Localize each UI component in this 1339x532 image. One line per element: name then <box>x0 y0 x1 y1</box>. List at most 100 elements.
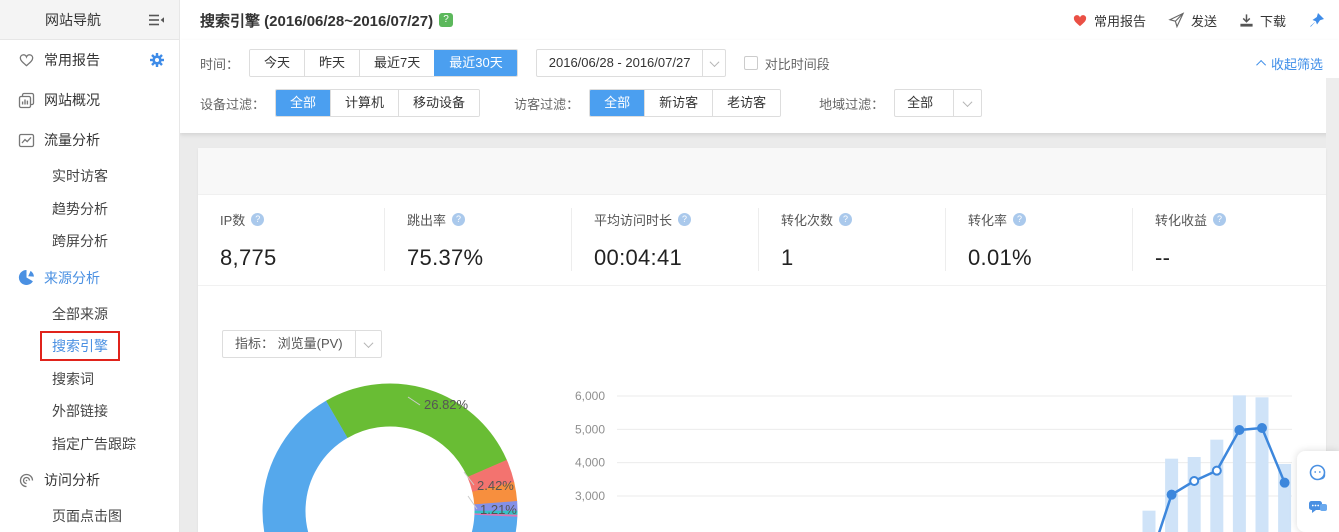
y-axis-tick: 3,000 <box>575 489 605 503</box>
compare-checkbox[interactable] <box>744 56 758 70</box>
y-axis-tick: 4,000 <box>575 456 605 470</box>
help-icon[interactable]: ? <box>678 213 691 226</box>
metric-label: 平均访问时长 <box>594 210 672 229</box>
collapse-filters-link[interactable]: 收起筛选 <box>1259 54 1323 73</box>
sidebar-collapse-icon[interactable] <box>147 13 165 27</box>
metric-conversion-rate: 转化率? 0.01% <box>946 208 1133 271</box>
sidebar-item-site-overview[interactable]: 网站概况 <box>0 80 179 120</box>
pv-bar[interactable] <box>1143 511 1156 532</box>
line-dot[interactable] <box>1190 477 1198 485</box>
heart-icon <box>1072 13 1088 28</box>
line-dot[interactable] <box>1235 426 1243 434</box>
rings-icon <box>17 471 35 489</box>
customer-service-button[interactable] <box>1308 463 1328 483</box>
help-icon[interactable]: ? <box>1213 213 1226 226</box>
device-option-all[interactable]: 全部 <box>276 90 330 116</box>
download-button[interactable]: 下载 <box>1239 11 1286 30</box>
chevron-down-icon <box>963 97 973 107</box>
date-range-arrow[interactable] <box>702 50 724 76</box>
metric-selector-label: 指标： <box>235 336 274 351</box>
compare-period-option[interactable]: 对比时间段 <box>744 54 830 73</box>
line-dot[interactable] <box>1213 467 1221 475</box>
sidebar-item-traffic-analysis[interactable]: 流量分析 <box>0 120 179 160</box>
time-option-today[interactable]: 今天 <box>250 50 304 76</box>
sidebar-item-label: 跨屏分析 <box>52 231 108 251</box>
help-icon[interactable]: ? <box>1013 213 1026 226</box>
device-filter-row: 设备过滤： 全部 计算机 移动设备 访客过滤： 全部 新访客 老访客 地域过滤：… <box>200 89 982 117</box>
device-option-mobile[interactable]: 移动设备 <box>398 90 479 116</box>
help-icon[interactable]: ? <box>839 213 852 226</box>
time-filter-label: 时间： <box>200 54 239 73</box>
sidebar: 网站导航 常用报告 网站概况 流量分析 实时访客 趋势分析 跨屏分析 来源分析 … <box>0 0 180 532</box>
send-icon <box>1168 12 1185 28</box>
donut-chart[interactable]: 26.82% 2.42% 1.21% <box>240 375 540 532</box>
help-icon[interactable]: ? <box>251 213 264 226</box>
metric-value: 0.01% <box>968 245 1132 271</box>
metric-bounce-rate: 跳出率? 75.37% <box>385 208 572 271</box>
date-range-value: 2016/06/28 - 2016/07/27 <box>537 50 703 76</box>
region-select[interactable]: 全部 <box>894 89 982 117</box>
visitor-option-all[interactable]: 全部 <box>590 90 644 116</box>
report-card: IP数? 8,775 跳出率? 75.37% 平均访问时长? 00:04:41 … <box>198 148 1326 532</box>
favorite-report-button[interactable]: 常用报告 <box>1072 11 1146 30</box>
traffic-icon <box>17 131 35 149</box>
visitor-option-returning[interactable]: 老访客 <box>712 90 780 116</box>
line-dot[interactable] <box>1281 479 1289 487</box>
pv-bar[interactable] <box>1256 397 1269 532</box>
metrics-row: IP数? 8,775 跳出率? 75.37% 平均访问时长? 00:04:41 … <box>198 208 1326 286</box>
annotation-highlight-box: 搜索引擎 <box>40 331 120 361</box>
sidebar-item-visit-analysis[interactable]: 访问分析 <box>0 460 179 500</box>
device-button-group: 全部 计算机 移动设备 <box>275 89 480 117</box>
time-option-last7[interactable]: 最近7天 <box>359 50 434 76</box>
time-option-yesterday[interactable]: 昨天 <box>304 50 359 76</box>
visitor-option-new[interactable]: 新访客 <box>644 90 712 116</box>
date-range-picker[interactable]: 2016/06/28 - 2016/07/27 <box>536 49 726 77</box>
sidebar-item-search-engine[interactable]: 搜索引擎 <box>0 330 179 363</box>
sidebar-item-label: 搜索词 <box>52 369 94 389</box>
line-dot[interactable] <box>1168 491 1176 499</box>
sidebar-item-search-terms[interactable]: 搜索词 <box>0 363 179 396</box>
metric-selector-arrow[interactable] <box>355 331 381 357</box>
feedback-button[interactable] <box>1308 497 1328 517</box>
metric-value: 8,775 <box>220 245 384 271</box>
sidebar-item-realtime-visitors[interactable]: 实时访客 <box>0 160 179 193</box>
favorite-report-label: 常用报告 <box>1094 11 1146 30</box>
metric-selector[interactable]: 指标： 浏览量(PV) <box>222 330 382 358</box>
sidebar-item-external-links[interactable]: 外部链接 <box>0 395 179 428</box>
send-button[interactable]: 发送 <box>1168 11 1217 30</box>
sidebar-item-all-sources[interactable]: 全部来源 <box>0 298 179 331</box>
metric-selector-value: 浏览量(PV) <box>278 336 343 351</box>
title-help-icon[interactable]: ? <box>439 13 453 27</box>
metric-value: 00:04:41 <box>594 245 758 271</box>
sidebar-item-cross-screen[interactable]: 跨屏分析 <box>0 225 179 258</box>
download-label: 下载 <box>1260 11 1286 30</box>
feedback-chat-icon <box>1308 498 1328 516</box>
sidebar-item-label: 网站概况 <box>44 90 100 110</box>
gear-icon[interactable] <box>149 52 165 68</box>
sidebar-item-ad-tracking[interactable]: 指定广告跟踪 <box>0 428 179 461</box>
y-axis-tick: 5,000 <box>575 422 605 436</box>
metric-conversion-revenue: 转化收益? -- <box>1133 208 1320 271</box>
header-actions: 常用报告 发送 下载 <box>1072 11 1325 30</box>
time-option-last30[interactable]: 最近30天 <box>434 50 516 76</box>
help-icon[interactable]: ? <box>452 213 465 226</box>
time-filter-row: 时间： 今天 昨天 最近7天 最近30天 2016/06/28 - 2016/0… <box>200 49 830 77</box>
sidebar-item-trend-analysis[interactable]: 趋势分析 <box>0 193 179 226</box>
region-arrow[interactable] <box>953 90 981 116</box>
sidebar-item-source-analysis[interactable]: 来源分析 <box>0 258 179 298</box>
pv-bar[interactable] <box>1233 395 1246 532</box>
device-option-pc[interactable]: 计算机 <box>330 90 398 116</box>
pin-button[interactable] <box>1308 12 1325 29</box>
sidebar-item-page-click-map[interactable]: 页面点击图 <box>0 500 179 532</box>
metric-value: 75.37% <box>407 245 571 271</box>
device-filter-label: 设备过滤： <box>200 94 265 113</box>
line-dot[interactable] <box>1258 424 1266 432</box>
y-axis-tick: 6,000 <box>575 389 605 403</box>
trend-chart[interactable]: 6,000 5,000 4,000 3,000 <box>560 380 1300 532</box>
site-nav-label: 网站导航 <box>45 10 101 30</box>
pv-bar[interactable] <box>1188 457 1201 532</box>
sidebar-item-favorite-reports[interactable]: 常用报告 <box>0 40 179 80</box>
metric-selector-text: 指标： 浏览量(PV) <box>223 331 355 357</box>
visitor-button-group: 全部 新访客 老访客 <box>589 89 781 117</box>
pv-bar[interactable] <box>1210 440 1223 532</box>
